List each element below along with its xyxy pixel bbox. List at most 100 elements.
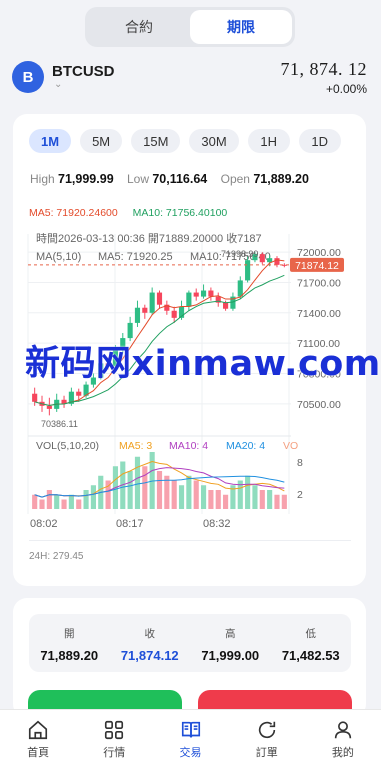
candle-body: [76, 391, 82, 396]
candle-body: [193, 292, 199, 297]
candle-body: [171, 310, 177, 318]
volume-bar: [171, 480, 177, 509]
volume-24h: 24H: 279.45: [29, 551, 84, 562]
volume-bar: [215, 490, 221, 509]
interval-5m[interactable]: 5M: [80, 129, 123, 153]
stat-low-label: 低: [305, 628, 317, 640]
volume-bar: [245, 475, 251, 509]
volume-bar: [274, 494, 280, 509]
chevron-down-icon[interactable]: ⌄: [54, 79, 62, 90]
ma10-value: MA10: 71756.40100: [132, 207, 228, 219]
candle-body: [200, 290, 207, 297]
volume-bar: [76, 499, 82, 509]
volume-bar: [186, 475, 192, 509]
candle-body: [149, 292, 155, 313]
nav-orders[interactable]: 訂單: [229, 710, 305, 766]
symbol-header: B BTCUSD ⌄ 71, 874. 12 +0.00%: [12, 58, 369, 98]
candle-body: [208, 290, 214, 297]
chart-info-ma-label: MA(5,10): [36, 251, 81, 263]
nav-market-label: 行情: [103, 747, 126, 759]
nav-home[interactable]: 首頁: [0, 710, 76, 766]
stat-open: 開 71,889.20: [29, 614, 110, 672]
candle-body: [142, 307, 148, 313]
volume-bar: [54, 494, 60, 509]
y-tick-label: 70500.00: [297, 399, 341, 411]
stat-open-label: 開: [64, 628, 75, 640]
refresh-icon: [258, 721, 275, 739]
stat-low-value: 71,482.53: [281, 648, 340, 663]
bitcoin-icon: B: [12, 61, 44, 93]
low-marker: 70386.11: [41, 419, 78, 429]
volume-bar: [156, 471, 163, 509]
volume-bar: [142, 466, 148, 509]
open-value: 71,889.20: [253, 172, 309, 186]
interval-15m[interactable]: 15M: [131, 129, 181, 153]
candle-body: [259, 254, 265, 263]
stat-high-label: 高: [225, 628, 236, 640]
volume-bar: [267, 490, 273, 509]
candle-body: [46, 405, 52, 409]
volume-bar: [281, 494, 287, 509]
interval-1d[interactable]: 1D: [298, 129, 341, 153]
nav-market[interactable]: 行情: [76, 710, 152, 766]
last-price-tag-text: 71874.12: [295, 260, 339, 272]
interval-tabs: 1M 5M 15M 30M 1H 1D: [29, 129, 341, 153]
candle-body: [237, 280, 243, 297]
candle-body: [267, 258, 273, 263]
candle-body: [186, 292, 192, 307]
contract-type-toggle: 合約 期限: [85, 7, 295, 47]
stat-low: 低 71,482.53: [271, 614, 352, 672]
nav-orders-label: 訂單: [255, 747, 278, 759]
current-price: 71, 874. 12: [280, 59, 367, 79]
vol-more: VO: [283, 440, 298, 452]
volume-bar: [68, 494, 74, 509]
tab-contract[interactable]: 合約: [88, 10, 190, 44]
y-tick-label: 71400.00: [297, 308, 341, 320]
volume-bar: [127, 471, 133, 509]
y-tick-label: 72000.00: [297, 247, 341, 259]
ohlc-stats: 開 71,889.20 收 71,874.12 高 71,999.00 低 71…: [29, 614, 351, 672]
x-label-1: 08:17: [116, 518, 144, 530]
stat-high-value: 71,999.00: [201, 648, 260, 663]
volume-bars: [32, 452, 287, 509]
interval-1m[interactable]: 1M: [29, 129, 72, 153]
vol-ma5: MA5: 3: [119, 440, 152, 452]
stat-open-value: 71,889.20: [40, 648, 99, 663]
high-low-open: High 71,999.99 Low 70,116.64 Open 71,889…: [30, 172, 319, 186]
volume-bar: [83, 490, 89, 509]
volume-bar: [32, 494, 38, 509]
low-label: Low: [126, 172, 149, 186]
candle-body: [32, 393, 38, 402]
volume-bar: [39, 499, 45, 509]
candle-body: [274, 258, 280, 265]
low-value: 70,116.64: [152, 172, 208, 186]
volume-bar: [193, 480, 199, 509]
stat-high: 高 71,999.00: [190, 614, 271, 672]
volume-bar: [252, 485, 258, 509]
volume-bar: [134, 456, 141, 509]
tab-term[interactable]: 期限: [190, 10, 292, 44]
volume-bar: [90, 485, 96, 509]
ma5-value: MA5: 71920.24600: [29, 207, 118, 219]
volume-bar: [178, 485, 185, 509]
ma-summary: MA5: 71920.24600 MA10: 71756.40100: [29, 207, 239, 219]
nav-trade-label: 交易: [179, 747, 202, 759]
interval-1h[interactable]: 1H: [247, 129, 290, 153]
stat-close: 收 71,874.12: [110, 614, 191, 672]
nav-trade[interactable]: 交易: [152, 710, 228, 766]
symbol-selector[interactable]: BTCUSD: [52, 63, 115, 80]
home-icon: [29, 720, 48, 740]
book-icon: [181, 721, 200, 738]
high-value: 71,999.99: [58, 172, 114, 186]
nav-home-label: 首頁: [27, 747, 50, 759]
x-label-0: 08:02: [30, 518, 58, 530]
nav-profile[interactable]: 我的: [305, 710, 381, 766]
bottom-nav: 首頁 行情 交易 訂單 我的: [0, 709, 381, 766]
user-icon: [334, 721, 352, 739]
nav-profile-label: 我的: [331, 747, 354, 759]
volume-bar: [46, 490, 52, 509]
vol-ma20: MA20: 4: [226, 440, 265, 452]
high-label: High: [30, 172, 55, 186]
x-label-2: 08:32: [203, 518, 231, 530]
interval-30m[interactable]: 30M: [189, 129, 239, 153]
